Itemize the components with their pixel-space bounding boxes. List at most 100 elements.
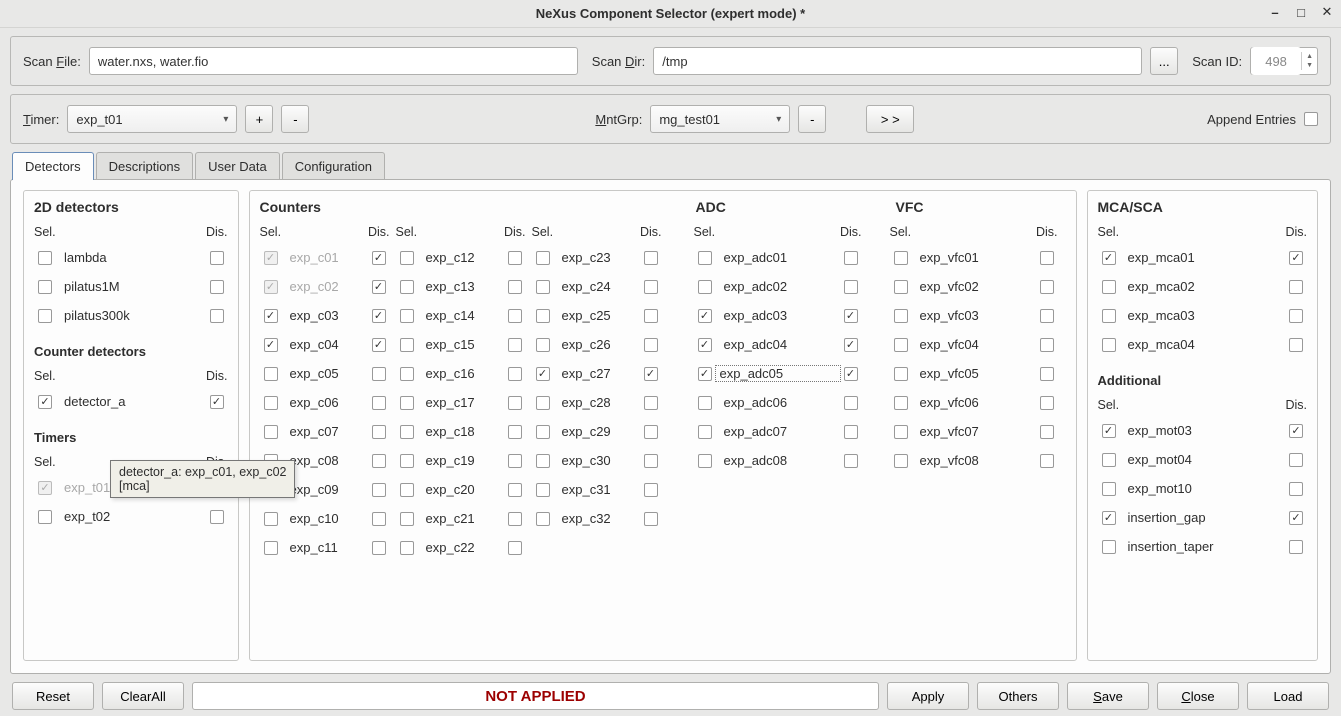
sel-checkbox[interactable] <box>400 541 414 555</box>
minimize-icon[interactable]: – <box>1267 4 1283 20</box>
sel-checkbox[interactable] <box>264 280 278 294</box>
sel-checkbox[interactable] <box>894 251 908 265</box>
sel-checkbox[interactable] <box>264 512 278 526</box>
sel-checkbox[interactable] <box>38 280 52 294</box>
timer-combo[interactable]: exp_t01 ▾ <box>67 105 237 133</box>
dis-checkbox[interactable] <box>210 309 224 323</box>
dis-checkbox[interactable] <box>372 483 386 497</box>
dis-checkbox[interactable] <box>1289 251 1303 265</box>
dis-checkbox[interactable] <box>1289 309 1303 323</box>
dis-checkbox[interactable] <box>372 280 386 294</box>
dis-checkbox[interactable] <box>644 454 658 468</box>
sel-checkbox[interactable] <box>264 367 278 381</box>
sel-checkbox[interactable] <box>400 309 414 323</box>
append-entries-checkbox[interactable] <box>1304 112 1318 126</box>
maximize-icon[interactable]: □ <box>1293 4 1309 20</box>
sel-checkbox[interactable] <box>698 396 712 410</box>
dis-checkbox[interactable] <box>508 309 522 323</box>
forward-button[interactable]: > > <box>866 105 914 133</box>
sel-checkbox[interactable] <box>400 280 414 294</box>
dis-checkbox[interactable] <box>210 510 224 524</box>
dis-checkbox[interactable] <box>644 425 658 439</box>
apply-button[interactable]: Apply <box>887 682 969 710</box>
dis-checkbox[interactable] <box>1289 280 1303 294</box>
sel-checkbox[interactable] <box>894 338 908 352</box>
reset-button[interactable]: Reset <box>12 682 94 710</box>
dis-checkbox[interactable] <box>644 309 658 323</box>
sel-checkbox[interactable] <box>536 483 550 497</box>
dis-checkbox[interactable] <box>1040 251 1054 265</box>
sel-checkbox[interactable] <box>698 280 712 294</box>
sel-checkbox[interactable] <box>698 338 712 352</box>
dis-checkbox[interactable] <box>508 280 522 294</box>
dis-checkbox[interactable] <box>508 396 522 410</box>
dis-checkbox[interactable] <box>508 425 522 439</box>
dis-checkbox[interactable] <box>844 251 858 265</box>
sel-checkbox[interactable] <box>1102 309 1116 323</box>
dis-checkbox[interactable] <box>372 309 386 323</box>
dis-checkbox[interactable] <box>372 541 386 555</box>
dis-checkbox[interactable] <box>644 367 658 381</box>
sel-checkbox[interactable] <box>894 396 908 410</box>
dis-checkbox[interactable] <box>372 454 386 468</box>
dis-checkbox[interactable] <box>844 396 858 410</box>
dis-checkbox[interactable] <box>372 251 386 265</box>
sel-checkbox[interactable] <box>264 425 278 439</box>
tab-detectors[interactable]: Detectors <box>12 152 94 180</box>
dis-checkbox[interactable] <box>372 367 386 381</box>
dis-checkbox[interactable] <box>1289 540 1303 554</box>
timer-remove-button[interactable]: - <box>281 105 309 133</box>
dis-checkbox[interactable] <box>372 512 386 526</box>
dis-checkbox[interactable] <box>1040 454 1054 468</box>
dis-checkbox[interactable] <box>508 541 522 555</box>
dis-checkbox[interactable] <box>644 483 658 497</box>
sel-checkbox[interactable] <box>536 396 550 410</box>
sel-checkbox[interactable] <box>894 367 908 381</box>
sel-checkbox[interactable] <box>894 454 908 468</box>
save-button[interactable]: Save <box>1067 682 1149 710</box>
sel-checkbox[interactable] <box>536 512 550 526</box>
sel-checkbox[interactable] <box>400 454 414 468</box>
dis-checkbox[interactable] <box>508 251 522 265</box>
dis-checkbox[interactable] <box>644 280 658 294</box>
sel-checkbox[interactable] <box>536 280 550 294</box>
dis-checkbox[interactable] <box>210 251 224 265</box>
dis-checkbox[interactable] <box>844 338 858 352</box>
sel-checkbox[interactable] <box>536 338 550 352</box>
sel-checkbox[interactable] <box>38 481 52 495</box>
dis-checkbox[interactable] <box>844 309 858 323</box>
dis-checkbox[interactable] <box>844 454 858 468</box>
dis-checkbox[interactable] <box>644 251 658 265</box>
sel-checkbox[interactable] <box>38 395 52 409</box>
sel-checkbox[interactable] <box>698 425 712 439</box>
sel-checkbox[interactable] <box>400 251 414 265</box>
dis-checkbox[interactable] <box>372 396 386 410</box>
sel-checkbox[interactable] <box>400 512 414 526</box>
tab-user-data[interactable]: User Data <box>195 152 280 180</box>
dis-checkbox[interactable] <box>644 338 658 352</box>
sel-checkbox[interactable] <box>400 367 414 381</box>
sel-checkbox[interactable] <box>264 338 278 352</box>
sel-checkbox[interactable] <box>400 483 414 497</box>
sel-checkbox[interactable] <box>1102 251 1116 265</box>
sel-checkbox[interactable] <box>400 396 414 410</box>
dis-checkbox[interactable] <box>1040 309 1054 323</box>
dis-checkbox[interactable] <box>1289 424 1303 438</box>
sel-checkbox[interactable] <box>698 367 712 381</box>
sel-checkbox[interactable] <box>38 510 52 524</box>
dis-checkbox[interactable] <box>508 454 522 468</box>
scan-dir-input[interactable] <box>653 47 1142 75</box>
sel-checkbox[interactable] <box>264 309 278 323</box>
dis-checkbox[interactable] <box>372 425 386 439</box>
dis-checkbox[interactable] <box>1040 338 1054 352</box>
dis-checkbox[interactable] <box>1040 280 1054 294</box>
sel-checkbox[interactable] <box>698 309 712 323</box>
dis-checkbox[interactable] <box>1289 338 1303 352</box>
mntgrp-remove-button[interactable]: - <box>798 105 826 133</box>
sel-checkbox[interactable] <box>400 338 414 352</box>
dis-checkbox[interactable] <box>210 395 224 409</box>
dis-checkbox[interactable] <box>508 367 522 381</box>
dis-checkbox[interactable] <box>1289 482 1303 496</box>
tab-descriptions[interactable]: Descriptions <box>96 152 194 180</box>
dis-checkbox[interactable] <box>844 280 858 294</box>
